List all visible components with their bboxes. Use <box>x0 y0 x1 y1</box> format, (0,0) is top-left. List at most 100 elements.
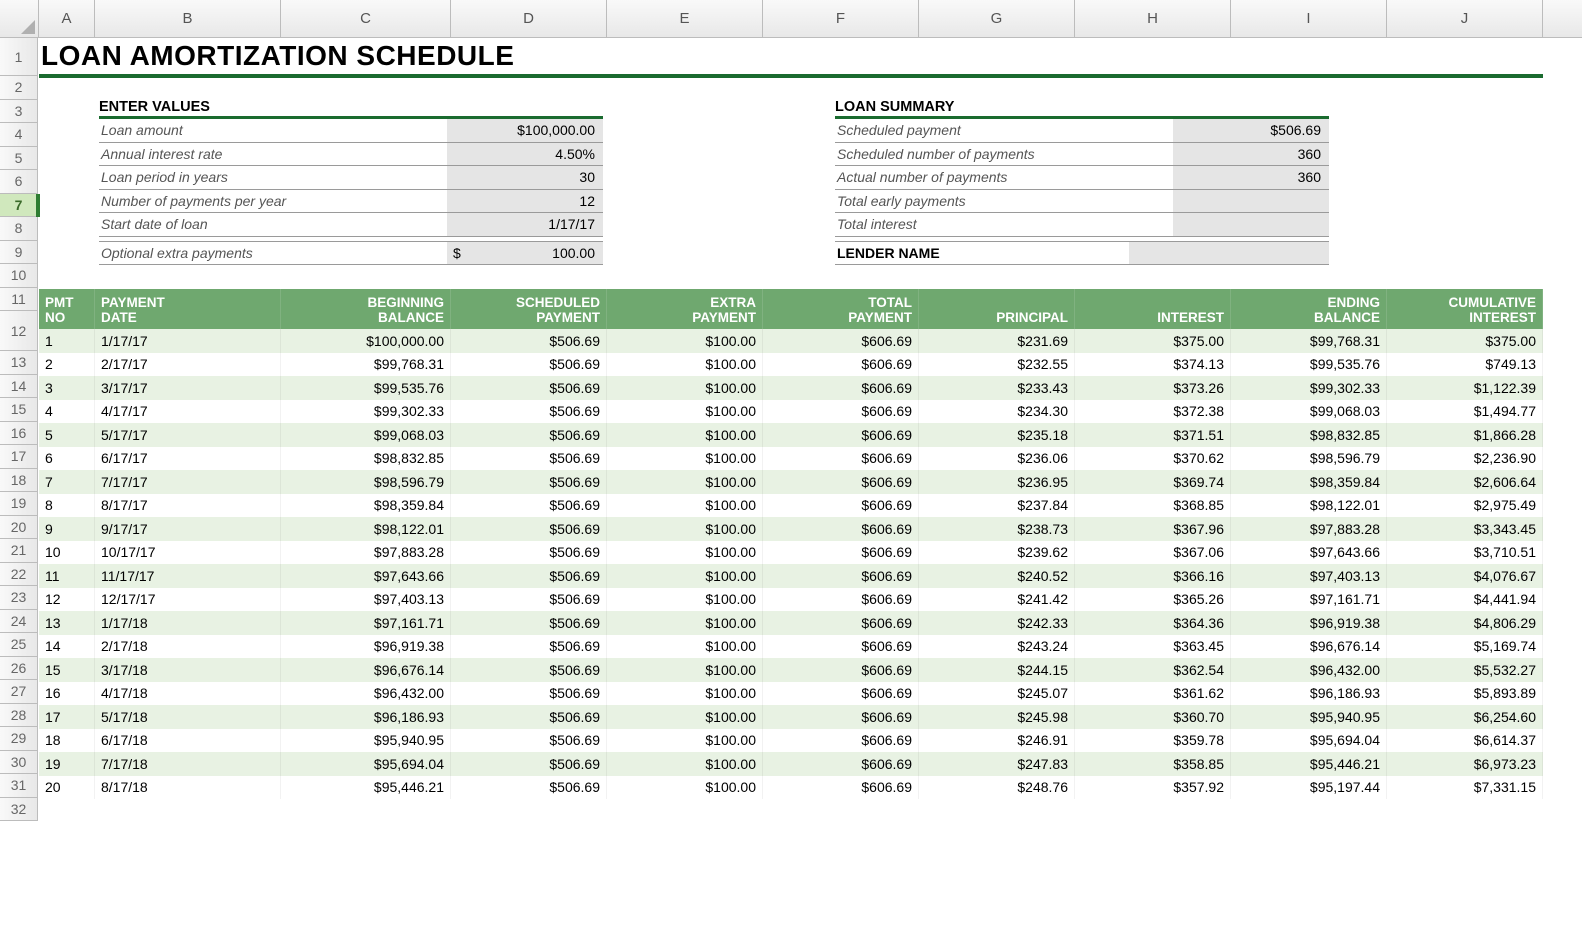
table-cell[interactable]: $95,446.21 <box>281 776 451 800</box>
table-cell[interactable]: 5/17/18 <box>95 705 281 729</box>
table-cell[interactable]: $97,161.71 <box>281 611 451 635</box>
table-cell[interactable]: 8/17/17 <box>95 494 281 518</box>
table-row[interactable]: 99/17/17$98,122.01$506.69$100.00$606.69$… <box>39 517 1543 541</box>
column-header-f[interactable]: F <box>763 0 919 37</box>
table-cell[interactable]: $4,806.29 <box>1387 611 1543 635</box>
table-cell[interactable]: 10 <box>39 541 95 565</box>
table-cell[interactable]: $506.69 <box>451 423 607 447</box>
table-cell[interactable]: $248.76 <box>919 776 1075 800</box>
table-cell[interactable]: $506.69 <box>451 494 607 518</box>
table-cell[interactable]: $98,596.79 <box>281 470 451 494</box>
table-cell[interactable]: $98,359.84 <box>1231 470 1387 494</box>
table-cell[interactable]: $100.00 <box>607 705 763 729</box>
row-header-9[interactable]: 9 <box>0 241 37 265</box>
table-cell[interactable]: $367.06 <box>1075 541 1231 565</box>
table-cell[interactable]: $100.00 <box>607 635 763 659</box>
table-cell[interactable]: $606.69 <box>763 705 919 729</box>
table-cell[interactable]: $96,432.00 <box>281 682 451 706</box>
table-cell[interactable]: $506.69 <box>451 517 607 541</box>
table-cell[interactable]: $6,614.37 <box>1387 729 1543 753</box>
table-row[interactable]: 22/17/17$99,768.31$506.69$100.00$606.69$… <box>39 353 1543 377</box>
row-header-25[interactable]: 25 <box>0 633 37 657</box>
table-cell[interactable]: $366.16 <box>1075 564 1231 588</box>
table-cell[interactable]: $506.69 <box>451 329 607 353</box>
table-cell[interactable]: $245.07 <box>919 682 1075 706</box>
table-cell[interactable]: 10/17/17 <box>95 541 281 565</box>
table-cell[interactable]: $100.00 <box>607 752 763 776</box>
table-cell[interactable]: $100.00 <box>607 541 763 565</box>
table-cell[interactable]: $606.69 <box>763 376 919 400</box>
table-cell[interactable]: $6,254.60 <box>1387 705 1543 729</box>
table-cell[interactable]: 11/17/17 <box>95 564 281 588</box>
table-cell[interactable]: 20 <box>39 776 95 800</box>
table-cell[interactable]: 8/17/18 <box>95 776 281 800</box>
table-cell[interactable]: $367.96 <box>1075 517 1231 541</box>
table-cell[interactable]: $1,494.77 <box>1387 400 1543 424</box>
column-header-b[interactable]: B <box>95 0 281 37</box>
column-header-i[interactable]: I <box>1231 0 1387 37</box>
table-cell[interactable]: 1/17/18 <box>95 611 281 635</box>
table-cell[interactable]: 12/17/17 <box>95 588 281 612</box>
table-row[interactable]: 164/17/18$96,432.00$506.69$100.00$606.69… <box>39 682 1543 706</box>
table-cell[interactable]: 8 <box>39 494 95 518</box>
table-cell[interactable]: $370.62 <box>1075 447 1231 471</box>
table-cell[interactable]: $99,068.03 <box>1231 400 1387 424</box>
table-cell[interactable]: $95,694.04 <box>1231 729 1387 753</box>
table-cell[interactable]: $606.69 <box>763 564 919 588</box>
table-cell[interactable]: $100.00 <box>607 588 763 612</box>
table-cell[interactable]: $98,832.85 <box>1231 423 1387 447</box>
row-header-23[interactable]: 23 <box>0 586 37 610</box>
table-cell[interactable]: $5,893.89 <box>1387 682 1543 706</box>
table-cell[interactable]: $606.69 <box>763 517 919 541</box>
table-cell[interactable]: $232.55 <box>919 353 1075 377</box>
sheet-main[interactable]: LOAN AMORTIZATION SCHEDULE ENTER VALUES … <box>39 38 1582 821</box>
table-cell[interactable]: $3,710.51 <box>1387 541 1543 565</box>
row-header-13[interactable]: 13 <box>0 351 37 375</box>
row-header-2[interactable]: 2 <box>0 76 37 100</box>
table-cell[interactable]: $100.00 <box>607 658 763 682</box>
table-cell[interactable]: 17 <box>39 705 95 729</box>
table-cell[interactable]: $98,122.01 <box>1231 494 1387 518</box>
table-row[interactable]: 11/17/17$100,000.00$506.69$100.00$606.69… <box>39 329 1543 353</box>
table-cell[interactable]: $100.00 <box>607 447 763 471</box>
table-cell[interactable]: $233.43 <box>919 376 1075 400</box>
table-cell[interactable]: $100.00 <box>607 776 763 800</box>
table-cell[interactable]: $244.15 <box>919 658 1075 682</box>
table-cell[interactable]: $1,122.39 <box>1387 376 1543 400</box>
column-header-g[interactable]: G <box>919 0 1075 37</box>
table-cell[interactable]: 2/17/17 <box>95 353 281 377</box>
table-cell[interactable]: $4,076.67 <box>1387 564 1543 588</box>
table-row[interactable]: 66/17/17$98,832.85$506.69$100.00$606.69$… <box>39 447 1543 471</box>
table-cell[interactable]: $506.69 <box>451 353 607 377</box>
table-cell[interactable]: $506.69 <box>451 611 607 635</box>
table-cell[interactable]: 3/17/17 <box>95 376 281 400</box>
row-header-29[interactable]: 29 <box>0 727 37 751</box>
column-header-j[interactable]: J <box>1387 0 1543 37</box>
table-cell[interactable]: $506.69 <box>451 564 607 588</box>
table-cell[interactable]: $241.42 <box>919 588 1075 612</box>
row-header-16[interactable]: 16 <box>0 422 37 446</box>
table-cell[interactable]: 7/17/17 <box>95 470 281 494</box>
table-cell[interactable]: $236.06 <box>919 447 1075 471</box>
table-cell[interactable]: 3 <box>39 376 95 400</box>
table-row[interactable]: 33/17/17$99,535.76$506.69$100.00$606.69$… <box>39 376 1543 400</box>
table-row[interactable]: 131/17/18$97,161.71$506.69$100.00$606.69… <box>39 611 1543 635</box>
table-cell[interactable]: $96,186.93 <box>1231 682 1387 706</box>
input-value[interactable]: $100,000.00 <box>447 119 603 142</box>
row-header-15[interactable]: 15 <box>0 398 37 422</box>
table-cell[interactable]: $506.69 <box>451 658 607 682</box>
table-cell[interactable]: 2/17/18 <box>95 635 281 659</box>
table-cell[interactable]: $242.33 <box>919 611 1075 635</box>
table-cell[interactable]: $98,596.79 <box>1231 447 1387 471</box>
table-cell[interactable]: $100.00 <box>607 564 763 588</box>
table-cell[interactable]: $99,068.03 <box>281 423 451 447</box>
row-header-10[interactable]: 10 <box>0 264 37 288</box>
table-cell[interactable]: $3,343.45 <box>1387 517 1543 541</box>
row-header-27[interactable]: 27 <box>0 680 37 704</box>
row-header-31[interactable]: 31 <box>0 774 37 798</box>
column-header-h[interactable]: H <box>1075 0 1231 37</box>
table-cell[interactable]: $247.83 <box>919 752 1075 776</box>
table-cell[interactable]: $100.00 <box>607 611 763 635</box>
row-header-28[interactable]: 28 <box>0 704 37 728</box>
table-cell[interactable]: 14 <box>39 635 95 659</box>
